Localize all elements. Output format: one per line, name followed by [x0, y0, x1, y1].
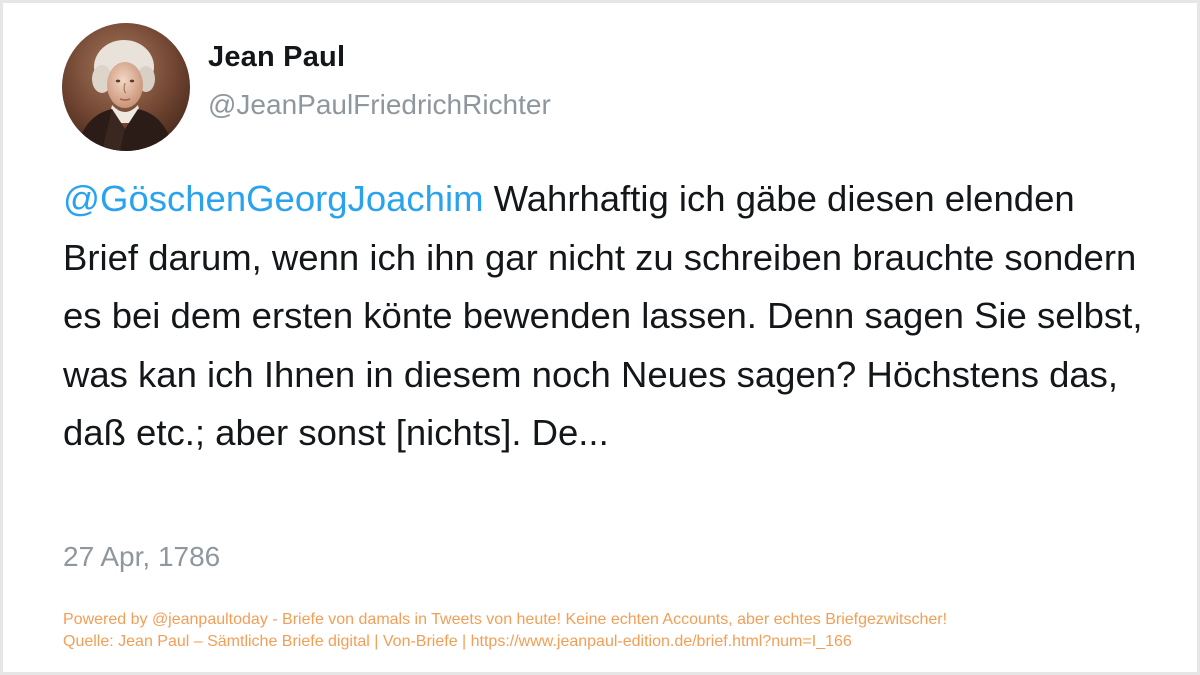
footer-powered-by: Powered by @jeanpaultoday - Briefe von d…: [63, 611, 948, 628]
tweet-body: Wahrhaftig ich gäbe diesen elenden Brief…: [63, 178, 1143, 453]
footer: Powered by @jeanpaultoday - Briefe von d…: [63, 609, 947, 653]
mention-link[interactable]: @GöschenGeorgJoachim: [63, 178, 484, 219]
tweet-date[interactable]: 27 Apr, 1786: [63, 541, 220, 573]
tweet-text: @GöschenGeorgJoachim Wahrhaftig ich gäbe…: [63, 170, 1158, 463]
author-display-name[interactable]: Jean Paul: [208, 41, 345, 74]
avatar[interactable]: [62, 23, 190, 151]
footer-source: Quelle: Jean Paul – Sämtliche Briefe dig…: [63, 633, 852, 650]
portrait-image: [62, 23, 190, 151]
tweet-card: Jean Paul @JeanPaulFriedrichRichter @Gös…: [3, 3, 1197, 672]
author-handle[interactable]: @JeanPaulFriedrichRichter: [208, 89, 551, 121]
